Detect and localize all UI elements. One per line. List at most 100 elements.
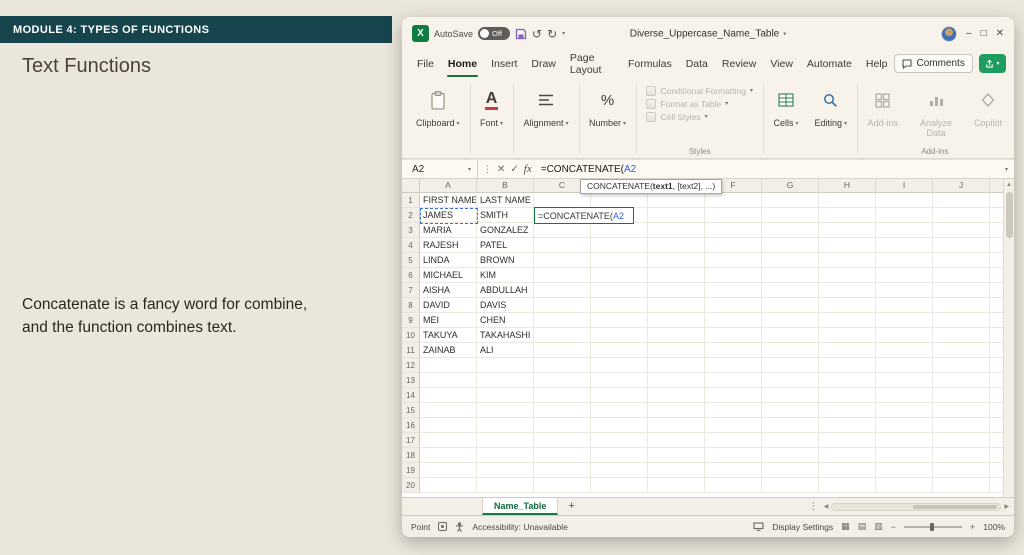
cell-E16[interactable] (648, 418, 705, 433)
cell-F7[interactable] (705, 283, 762, 298)
cell-F9[interactable] (705, 313, 762, 328)
cell-J9[interactable] (933, 313, 990, 328)
cell-D20[interactable] (591, 478, 648, 493)
cell-J8[interactable] (933, 298, 990, 313)
cell-H2[interactable] (819, 208, 876, 223)
cell-G17[interactable] (762, 433, 819, 448)
column-header-B[interactable]: B (477, 179, 534, 192)
cell-E18[interactable] (648, 448, 705, 463)
cell-G16[interactable] (762, 418, 819, 433)
copilot-button[interactable]: Copilot (966, 80, 1010, 146)
cell-A10[interactable]: TAKUYA (420, 328, 477, 343)
cell-A14[interactable] (420, 388, 477, 403)
cell-K10[interactable] (990, 328, 1003, 343)
cell-D10[interactable] (591, 328, 648, 343)
menu-tab-file[interactable]: File (410, 50, 441, 77)
cell-K8[interactable] (990, 298, 1003, 313)
cell-E12[interactable] (648, 358, 705, 373)
cell-F14[interactable] (705, 388, 762, 403)
row-header-14[interactable]: 14 (402, 388, 420, 403)
menu-tab-page-layout[interactable]: Page Layout (563, 50, 621, 77)
cell-C12[interactable] (534, 358, 591, 373)
addins-button[interactable]: Add-ins (859, 80, 906, 146)
cell-I12[interactable] (876, 358, 933, 373)
row-header-7[interactable]: 7 (402, 283, 420, 298)
cell-B2[interactable]: SMITH (477, 208, 534, 223)
scroll-right-icon[interactable]: ▶ (1004, 503, 1009, 510)
column-header-A[interactable]: A (420, 179, 477, 192)
cell-C16[interactable] (534, 418, 591, 433)
cell-B3[interactable]: GONZALEZ (477, 223, 534, 238)
row-header-8[interactable]: 8 (402, 298, 420, 313)
insert-function-icon[interactable]: fx (524, 163, 532, 175)
cell-G10[interactable] (762, 328, 819, 343)
document-title[interactable]: Diverse_Uppercase_Name_Table ▾ (630, 28, 787, 39)
cell-G6[interactable] (762, 268, 819, 283)
cell-K5[interactable] (990, 253, 1003, 268)
select-all-corner[interactable] (402, 179, 420, 192)
vertical-scroll-thumb[interactable] (1006, 192, 1013, 238)
cell-J6[interactable] (933, 268, 990, 283)
zoom-out-icon[interactable]: − (891, 522, 896, 532)
cell-K9[interactable] (990, 313, 1003, 328)
cell-K17[interactable] (990, 433, 1003, 448)
ribbon-group-editing[interactable]: Editing▾ (806, 80, 855, 158)
row-header-20[interactable]: 20 (402, 478, 420, 493)
vertical-scrollbar[interactable]: ▲ (1003, 179, 1014, 497)
scroll-left-icon[interactable]: ◀ (824, 503, 829, 510)
cell-C6[interactable] (534, 268, 591, 283)
row-header-10[interactable]: 10 (402, 328, 420, 343)
menu-tab-draw[interactable]: Draw (524, 50, 563, 77)
cell-G15[interactable] (762, 403, 819, 418)
cell-G18[interactable] (762, 448, 819, 463)
cell-G7[interactable] (762, 283, 819, 298)
menu-tab-review[interactable]: Review (715, 50, 763, 77)
cell-E11[interactable] (648, 343, 705, 358)
cell-G19[interactable] (762, 463, 819, 478)
cell-H5[interactable] (819, 253, 876, 268)
cell-D3[interactable] (591, 223, 648, 238)
cell-J12[interactable] (933, 358, 990, 373)
cell-C9[interactable] (534, 313, 591, 328)
cell-I13[interactable] (876, 373, 933, 388)
cell-B10[interactable]: TAKAHASHI (477, 328, 534, 343)
ribbon-group-clipboard[interactable]: Clipboard▾ (408, 80, 468, 158)
cell-D17[interactable] (591, 433, 648, 448)
cell-E13[interactable] (648, 373, 705, 388)
zoom-level[interactable]: 100% (983, 522, 1005, 532)
cell-D4[interactable] (591, 238, 648, 253)
cell-H17[interactable] (819, 433, 876, 448)
cell-G14[interactable] (762, 388, 819, 403)
menu-tab-view[interactable]: View (763, 50, 800, 77)
name-box[interactable]: A2 ▾ (406, 160, 478, 178)
cell-J5[interactable] (933, 253, 990, 268)
minimize-button[interactable]: – (966, 28, 972, 39)
cell-K18[interactable] (990, 448, 1003, 463)
cell-J20[interactable] (933, 478, 990, 493)
cell-F10[interactable] (705, 328, 762, 343)
cell-F18[interactable] (705, 448, 762, 463)
column-header-I[interactable]: I (876, 179, 933, 192)
column-header-G[interactable]: G (762, 179, 819, 192)
cell-C14[interactable] (534, 388, 591, 403)
cell-I7[interactable] (876, 283, 933, 298)
namebox-options-icon[interactable]: ⋮ (483, 164, 492, 175)
cell-I3[interactable] (876, 223, 933, 238)
ribbon-group-alignment[interactable]: Alignment▾ (515, 80, 576, 158)
cell-F13[interactable] (705, 373, 762, 388)
cell-F8[interactable] (705, 298, 762, 313)
cell-C10[interactable] (534, 328, 591, 343)
cell-C3[interactable] (534, 223, 591, 238)
horizontal-scroll-track[interactable] (831, 503, 1001, 511)
cell-C11[interactable] (534, 343, 591, 358)
cell-F6[interactable] (705, 268, 762, 283)
cell-D14[interactable] (591, 388, 648, 403)
cell-D12[interactable] (591, 358, 648, 373)
sheet-tab-name-table[interactable]: Name_Table (482, 498, 558, 515)
display-settings-label[interactable]: Display Settings (772, 522, 833, 532)
cell-B9[interactable]: CHEN (477, 313, 534, 328)
row-header-11[interactable]: 11 (402, 343, 420, 358)
cell-C7[interactable] (534, 283, 591, 298)
cell-H6[interactable] (819, 268, 876, 283)
menu-tab-help[interactable]: Help (859, 50, 895, 77)
